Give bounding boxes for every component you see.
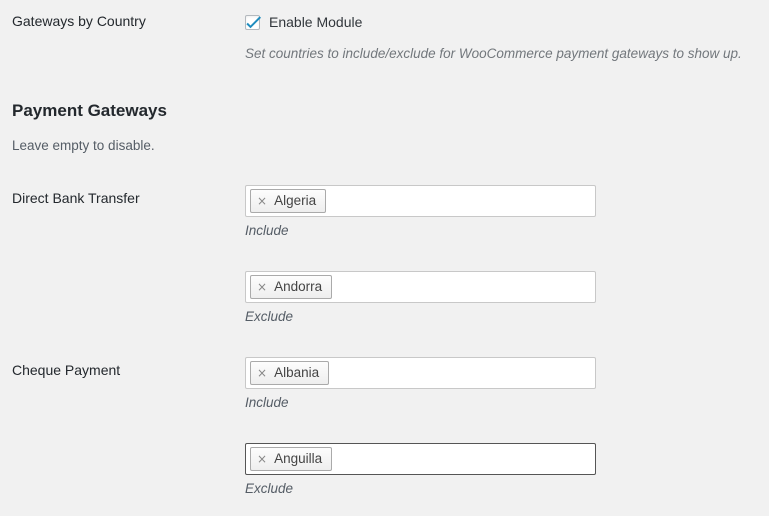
section-subtitle: Leave empty to disable. — [12, 138, 155, 153]
direct-bank-transfer-exclude-input[interactable]: × Andorra — [245, 271, 596, 303]
country-tag[interactable]: × Anguilla — [250, 447, 333, 471]
country-tag[interactable]: × Albania — [250, 361, 330, 385]
country-tag[interactable]: × Andorra — [250, 275, 333, 299]
country-tag-label: Andorra — [274, 279, 323, 294]
cheque-payment-label: Cheque Payment — [12, 362, 121, 378]
checkmark-icon — [246, 15, 261, 28]
section-title-payment-gateways: Payment Gateways — [12, 101, 167, 120]
gateways-by-country-label: Gateways by Country — [12, 13, 146, 29]
enable-module-field: Enable Module Set countries to include/e… — [245, 12, 742, 63]
remove-tag-icon[interactable]: × — [257, 281, 267, 293]
direct-bank-transfer-label: Direct Bank Transfer — [12, 190, 140, 206]
enable-module-label: Enable Module — [269, 13, 363, 30]
direct-bank-transfer-exclude-helper: Exclude — [245, 309, 294, 324]
country-tag-label: Anguilla — [274, 451, 323, 466]
country-tag-label: Albania — [274, 365, 320, 380]
cheque-payment-include-input[interactable]: × Albania — [245, 357, 596, 389]
cheque-payment-include-helper: Include — [245, 395, 289, 410]
remove-tag-icon[interactable]: × — [257, 367, 267, 379]
enable-module-checkbox-row[interactable]: Enable Module — [245, 12, 742, 32]
settings-page: Gateways by Country Enable Module Set co… — [0, 0, 769, 516]
direct-bank-transfer-include-helper: Include — [245, 223, 289, 238]
enable-module-description: Set countries to include/exclude for Woo… — [245, 46, 742, 61]
direct-bank-transfer-include-input[interactable]: × Algeria — [245, 185, 596, 217]
country-tag-label: Algeria — [274, 193, 317, 208]
country-tag[interactable]: × Algeria — [250, 189, 327, 213]
remove-tag-icon[interactable]: × — [257, 453, 267, 465]
enable-module-checkbox[interactable] — [245, 14, 261, 30]
cheque-payment-exclude-helper: Exclude — [245, 481, 294, 496]
cheque-payment-exclude-input[interactable]: × Anguilla — [245, 443, 596, 475]
remove-tag-icon[interactable]: × — [257, 195, 267, 207]
